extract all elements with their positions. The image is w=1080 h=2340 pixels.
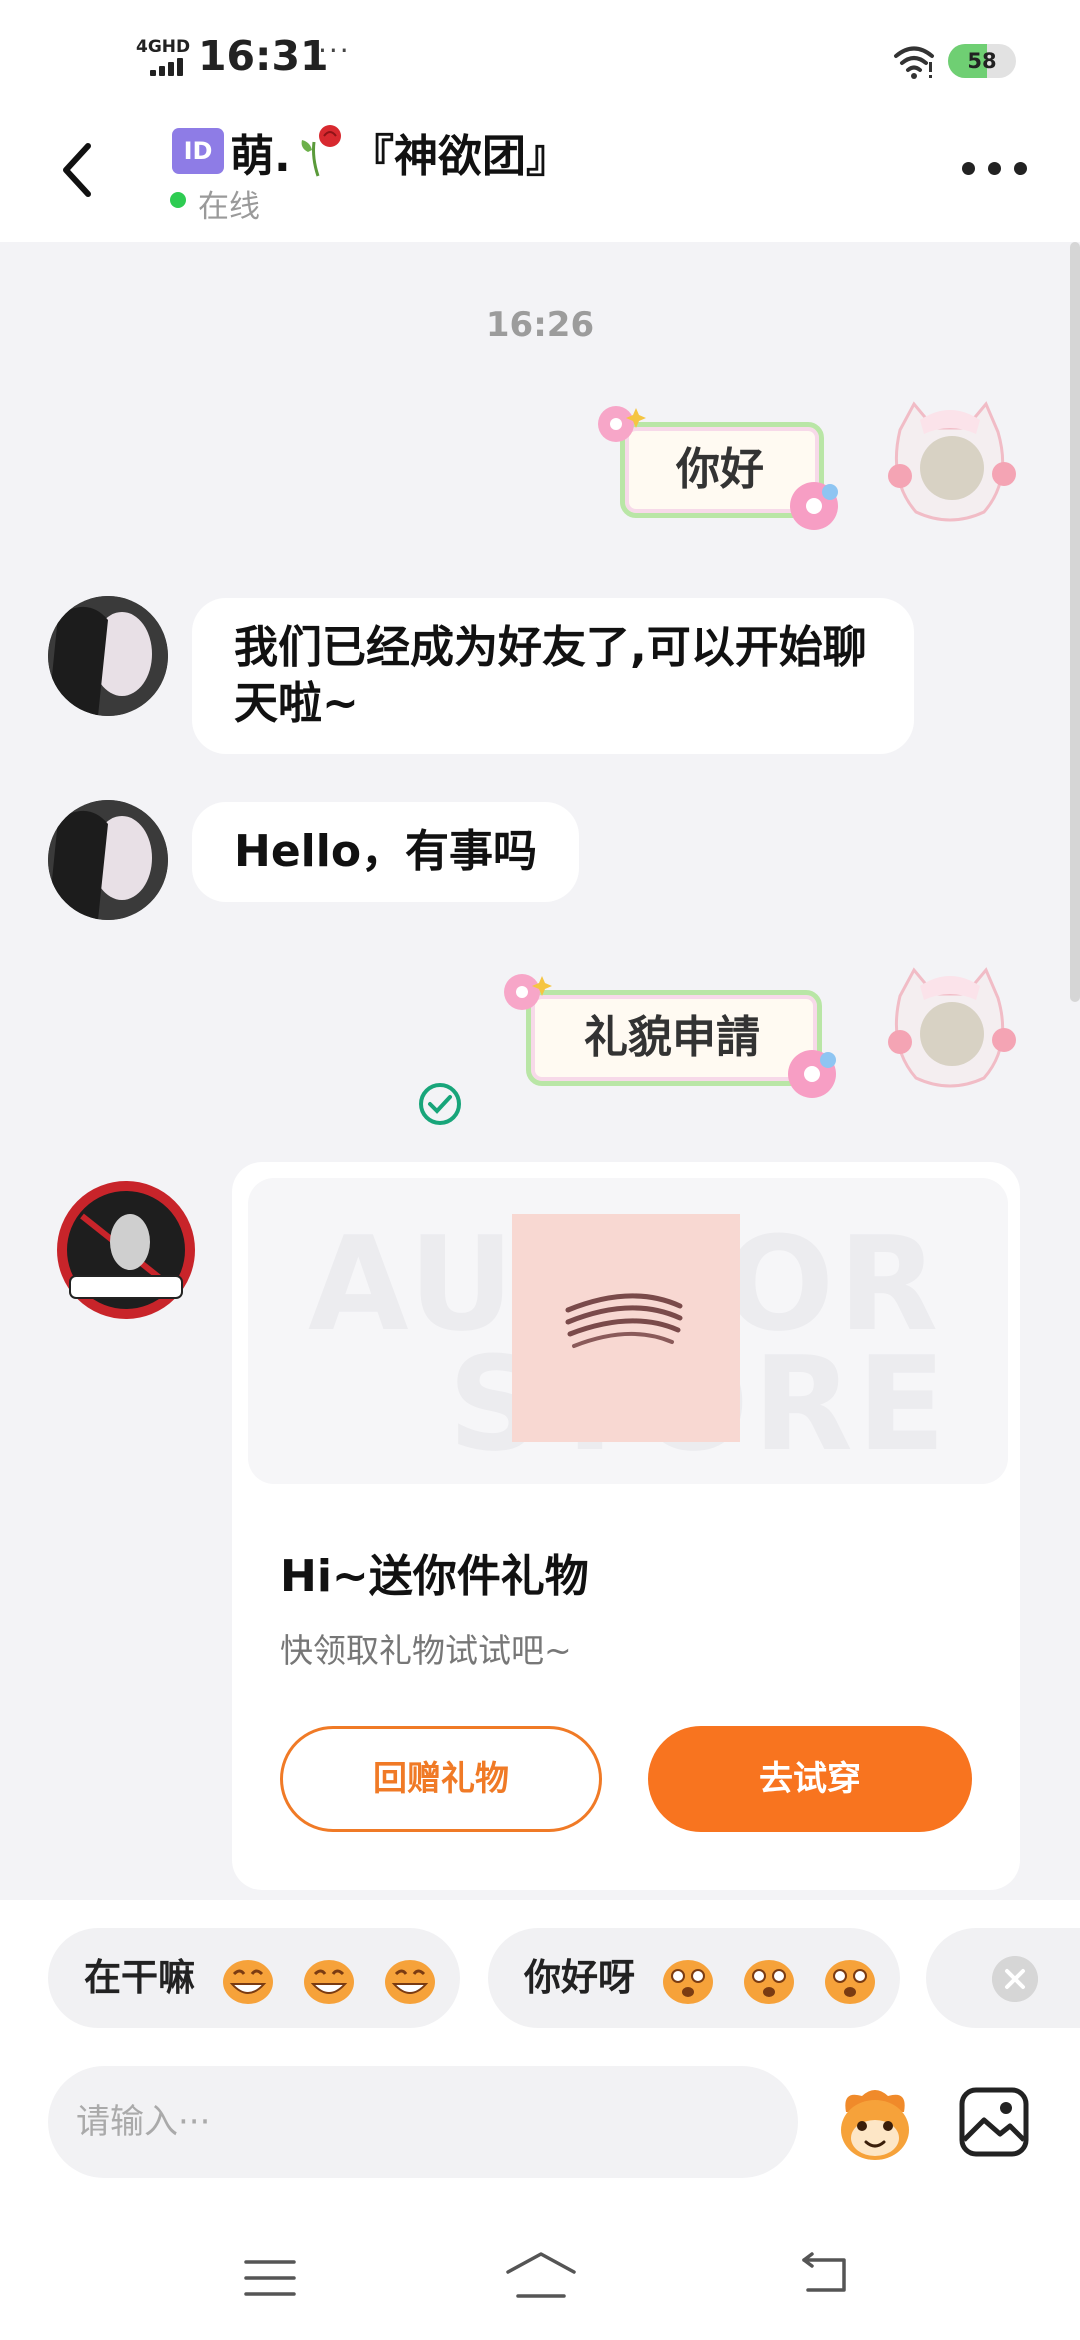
surprised-face-icon [662, 1959, 713, 2004]
surprised-face-icon [743, 1959, 794, 2004]
sticker-message[interactable]: 礼貌申請 [498, 968, 846, 1108]
return-gift-button[interactable]: 回赠礼物 [280, 1726, 602, 1832]
my-avatar[interactable] [880, 966, 1020, 1096]
scrollbar[interactable] [1070, 242, 1080, 1002]
laughing-face-icon [222, 1959, 273, 2004]
more-icon[interactable] [962, 160, 1032, 180]
eyebrow-item-icon [512, 1214, 740, 1442]
quick-reply-chip[interactable]: 在干嘛 [48, 1928, 460, 2028]
back-icon[interactable] [58, 140, 98, 200]
contact-avatar[interactable] [48, 596, 168, 716]
online-dot-icon [170, 192, 186, 208]
read-check-icon [419, 1083, 461, 1125]
image-icon[interactable] [956, 2084, 1032, 2160]
message-input[interactable]: 请输入··· [48, 2066, 798, 2178]
status-dots: ··· [318, 34, 351, 67]
signal-icon [150, 58, 190, 76]
my-avatar[interactable] [880, 400, 1020, 530]
message-bubble[interactable]: Hello，有事吗 [192, 802, 580, 902]
quick-reply-label: 你好呀 [524, 1956, 635, 1999]
quick-reply-chip[interactable]: 你好呀 [488, 1928, 900, 2028]
surprised-face-icon [824, 1959, 875, 2004]
menu-icon[interactable] [244, 2258, 296, 2298]
quick-reply-label: 在干嘛 [84, 1956, 195, 1999]
contact-name-suffix: 『神欲团』 [350, 131, 570, 182]
contact-name-prefix: 萌. [230, 131, 291, 182]
gift-card-title: Hi~送你件礼物 [280, 1551, 589, 1602]
try-on-button[interactable]: 去试穿 [648, 1726, 972, 1832]
id-badge: ID [172, 128, 224, 174]
online-status: 在线 [198, 189, 260, 225]
chat-timestamp: 16:26 [485, 305, 595, 345]
wifi-icon [894, 46, 934, 79]
back-nav-icon[interactable] [798, 2252, 850, 2296]
rose-icon [301, 125, 341, 177]
sender-avatar[interactable] [52, 1176, 200, 1324]
emoji-icon[interactable] [832, 2082, 918, 2168]
laughing-face-icon [303, 1959, 354, 2004]
network-label: 4GHD [136, 37, 191, 57]
close-icon[interactable] [992, 1956, 1038, 2002]
battery-icon: 58 [948, 44, 1016, 78]
laughing-face-icon [384, 1959, 435, 2004]
sticker-text: 你好 [676, 444, 764, 495]
sticker-text: 礼貌申請 [584, 1012, 760, 1063]
home-icon[interactable] [504, 2250, 578, 2300]
message-bubble[interactable]: 我们已经成为好友了,可以开始聊天啦~ [192, 598, 914, 754]
contact-avatar[interactable] [48, 800, 168, 920]
battery-level: 58 [967, 49, 997, 73]
gift-card-subtitle: 快领取礼物试试吧~ [280, 1631, 572, 1670]
sticker-message[interactable]: 你好 [592, 400, 848, 540]
clock: 16:31 [198, 32, 329, 80]
